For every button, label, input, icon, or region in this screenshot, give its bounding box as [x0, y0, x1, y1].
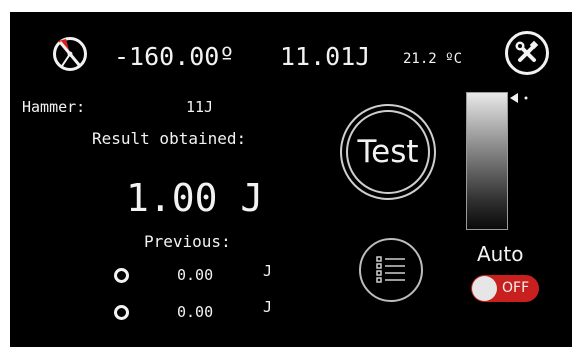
angle-readout: -160.00º — [114, 42, 235, 71]
arrow-left-icon — [510, 93, 528, 103]
previous-label: Previous: — [144, 232, 231, 251]
wrench-screwdriver-icon — [515, 40, 539, 62]
previous-item-value: 0.00 — [177, 303, 214, 321]
temperature-readout: 21.2 ºC — [403, 51, 463, 67]
list-icon — [376, 256, 405, 283]
result-label: Result obtained: — [92, 129, 247, 148]
auto-label: Auto — [477, 242, 524, 266]
energy-readout: 11.01J — [280, 42, 371, 71]
settings-button[interactable] — [505, 31, 549, 75]
previous-item-value: 0.00 — [177, 266, 214, 284]
machine-screen: -160.00º 11.01J 21.2 ºC Hammer: 11J Resu… — [10, 12, 572, 347]
toggle-state-label: OFF — [502, 280, 530, 296]
previous-item-unit: J — [263, 262, 273, 280]
previous-item-select[interactable] — [114, 305, 129, 320]
hammer-value: 11J — [186, 98, 214, 116]
gauge-marker[interactable] — [508, 89, 532, 103]
hammer-label: Hammer: — [22, 98, 86, 116]
result-value: 1.00 J — [126, 176, 264, 220]
energy-gauge — [466, 92, 508, 230]
history-button[interactable] — [359, 238, 423, 302]
previous-item-select[interactable] — [114, 268, 129, 283]
test-button[interactable]: Test — [340, 104, 436, 200]
previous-item-unit: J — [263, 298, 273, 316]
pendulum-angle-icon — [52, 36, 88, 72]
toggle-knob — [472, 276, 497, 301]
auto-toggle[interactable]: OFF — [471, 275, 539, 302]
test-button-label: Test — [357, 134, 419, 170]
